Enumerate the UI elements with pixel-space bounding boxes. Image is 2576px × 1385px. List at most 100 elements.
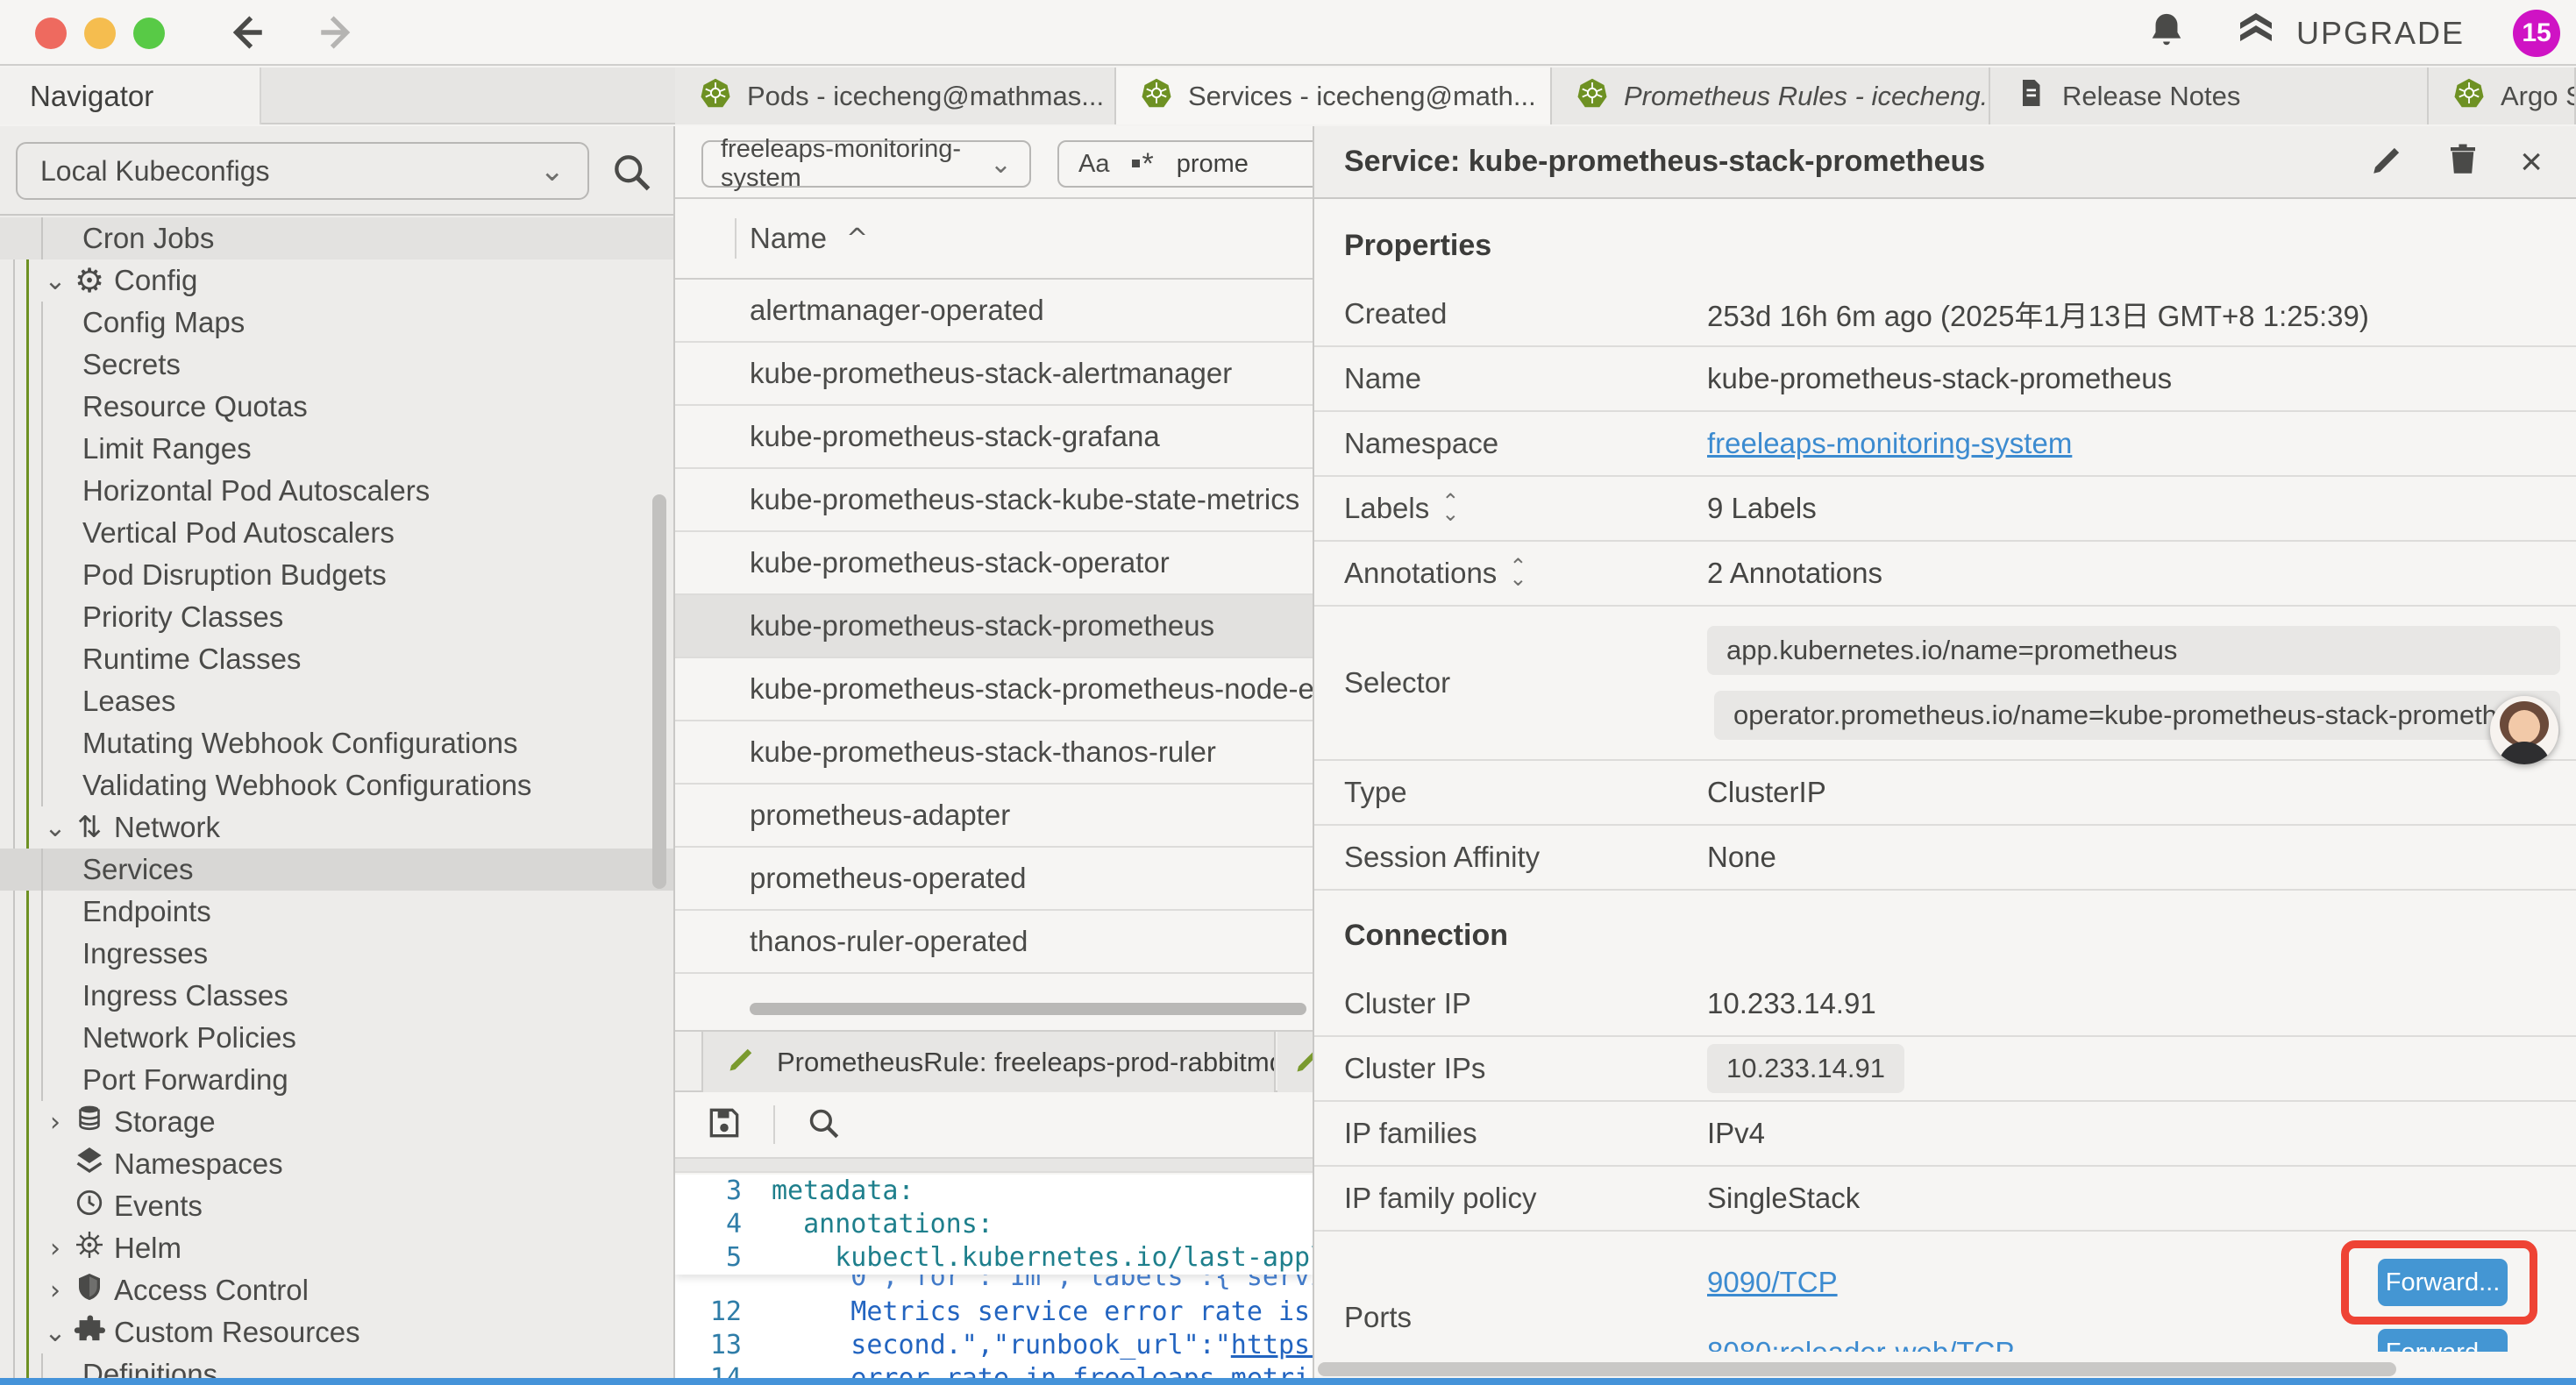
kubeconfig-selector[interactable]: Local Kubeconfigs ⌄ — [16, 142, 589, 200]
sidebar-item-network[interactable]: ⌄⇅Network — [0, 806, 675, 849]
row-checkbox[interactable] — [688, 863, 721, 895]
editor-tab-next-partial[interactable] — [1277, 1032, 1313, 1092]
sidebar-item-ingress-classes[interactable]: Ingress Classes — [0, 975, 675, 1017]
yaml-editor[interactable]: 3metadata:4annotations:5kubectl.kubernet… — [675, 1175, 1313, 1378]
sidebar-item-config-maps[interactable]: Config Maps — [0, 302, 675, 344]
sidebar-item-storage[interactable]: ›Storage — [0, 1101, 675, 1143]
layers-icon — [74, 1145, 105, 1183]
match-case-toggle[interactable]: Aa — [1078, 150, 1109, 179]
row-checkbox[interactable] — [688, 421, 721, 453]
expand-toggle-icon[interactable]: ⌃⌄ — [1509, 561, 1526, 586]
table-row[interactable]: kube-prometheus-stack-grafana — [675, 406, 1313, 469]
sidebar-item-network-policies[interactable]: Network Policies — [0, 1017, 675, 1059]
forward-icon[interactable] — [316, 11, 359, 59]
back-icon[interactable] — [224, 11, 267, 59]
row-checkbox[interactable] — [688, 295, 721, 327]
table-row[interactable]: kube-prometheus-stack-alertmanager — [675, 343, 1313, 406]
navigator-panel-tab[interactable]: Navigator — [0, 67, 261, 124]
table-search-input[interactable]: Aa * prome — [1057, 140, 1313, 188]
zoom-window-button[interactable] — [133, 18, 165, 49]
regex-toggle[interactable]: * — [1132, 155, 1153, 173]
sidebar-item-priority-classes[interactable]: Priority Classes — [0, 596, 675, 638]
sidebar-item-resource-quotas[interactable]: Resource Quotas — [0, 386, 675, 428]
minimize-window-button[interactable] — [84, 18, 116, 49]
sidebar-item-pod-disruption-budgets[interactable]: Pod Disruption Budgets — [0, 554, 675, 596]
row-checkbox[interactable] — [688, 358, 721, 390]
sort-ascending-icon[interactable]: ^ — [846, 224, 868, 254]
expand-toggle-icon[interactable]: ⌃⌄ — [1441, 496, 1459, 521]
sidebar-item-namespaces[interactable]: Namespaces — [0, 1143, 675, 1185]
notification-count-badge[interactable]: 15 — [2513, 10, 2560, 57]
row-checkbox[interactable] — [688, 926, 721, 958]
forward-button[interactable]: Forward... — [2378, 1259, 2508, 1306]
tab-pods[interactable]: Pods - icecheng@mathmas... — [675, 67, 1116, 124]
chevron-down-icon[interactable]: ⌄ — [40, 813, 70, 843]
sidebar-search-icon[interactable] — [608, 149, 654, 199]
row-checkbox[interactable] — [688, 610, 721, 643]
chevron-down-icon[interactable]: ⌄ — [40, 266, 70, 296]
sidebar-item-custom-resources[interactable]: ⌄Custom Resources — [0, 1311, 675, 1353]
sidebar-item-leases[interactable]: Leases — [0, 680, 675, 722]
sidebar-item-secrets[interactable]: Secrets — [0, 344, 675, 386]
editor-tab-prometheusrule[interactable]: PrometheusRule: freeleaps-prod-rabbitmq — [701, 1032, 1276, 1092]
sidebar-scrollbar[interactable] — [652, 494, 666, 889]
forward-button[interactable]: Forward... — [2378, 1329, 2508, 1352]
edit-pencil-icon[interactable] — [2369, 141, 2406, 182]
sidebar-item-endpoints[interactable]: Endpoints — [0, 891, 675, 933]
sidebar-item-vertical-pod-autoscalers[interactable]: Vertical Pod Autoscalers — [0, 512, 675, 554]
row-checkbox[interactable] — [688, 799, 721, 832]
namespace-link[interactable]: freeleaps-monitoring-system — [1707, 427, 2072, 460]
sidebar-item-horizontal-pod-autoscalers[interactable]: Horizontal Pod Autoscalers — [0, 470, 675, 512]
table-row[interactable]: alertmanager-operated — [675, 280, 1313, 343]
sidebar-item-runtime-classes[interactable]: Runtime Classes — [0, 638, 675, 680]
tab-services[interactable]: Services - icecheng@math...× — [1116, 67, 1552, 124]
assistant-avatar[interactable] — [2490, 696, 2558, 764]
close-window-button[interactable] — [35, 18, 67, 49]
sidebar-item-mutating-webhook-configurations[interactable]: Mutating Webhook Configurations — [0, 722, 675, 764]
table-row[interactable]: prometheus-operated — [675, 848, 1313, 911]
row-checkbox[interactable] — [688, 547, 721, 579]
sidebar-item-port-forwarding[interactable]: Port Forwarding — [0, 1059, 675, 1101]
sidebar-item-cron-jobs[interactable]: Cron Jobs — [0, 217, 675, 259]
sidebar-item-label: Pod Disruption Budgets — [82, 558, 387, 592]
table-row[interactable]: prometheus-adapter — [675, 785, 1313, 848]
close-icon[interactable]: × — [2520, 140, 2543, 184]
save-icon[interactable] — [705, 1104, 744, 1147]
sidebar-item-config[interactable]: ⌄⚙Config — [0, 259, 675, 302]
chevron-right-icon[interactable]: › — [40, 1107, 70, 1138]
row-checkbox[interactable] — [688, 673, 721, 706]
port-link[interactable]: 8080:reloader-web/TCP — [1707, 1336, 2014, 1352]
sidebar-item-access-control[interactable]: ›Access Control — [0, 1269, 675, 1311]
tab-prometheus[interactable]: Prometheus Rules - icecheng... — [1552, 67, 1990, 124]
port-link[interactable]: 9090/TCP — [1707, 1266, 1838, 1299]
sidebar-item-ingresses[interactable]: Ingresses — [0, 933, 675, 975]
sidebar-item-definitions[interactable]: Definitions — [0, 1353, 675, 1378]
sidebar-item-limit-ranges[interactable]: Limit Ranges — [0, 428, 675, 470]
table-row[interactable]: kube-prometheus-stack-thanos-ruler — [675, 721, 1313, 785]
detail-horizontal-scrollbar[interactable] — [1318, 1362, 2396, 1376]
table-row[interactable]: kube-prometheus-stack-prometheus-node-ex… — [675, 658, 1313, 721]
table-row[interactable]: thanos-ruler-operated — [675, 911, 1313, 974]
table-row[interactable]: kube-prometheus-stack-operator — [675, 532, 1313, 595]
select-all-checkbox[interactable] — [688, 223, 721, 255]
table-horizontal-scrollbar[interactable] — [750, 1003, 1306, 1015]
namespace-filter-select[interactable]: freeleaps-monitoring-system ⌄ — [701, 140, 1031, 188]
chevron-down-icon[interactable]: ⌄ — [40, 1318, 70, 1348]
row-checkbox[interactable] — [688, 736, 721, 769]
table-row[interactable]: kube-prometheus-stack-prometheus — [675, 595, 1313, 658]
sidebar-item-validating-webhook-configurations[interactable]: Validating Webhook Configurations — [0, 764, 675, 806]
upgrade-button[interactable]: UPGRADE — [2235, 8, 2465, 58]
table-row[interactable]: kube-prometheus-stack-kube-state-metrics — [675, 469, 1313, 532]
name-column-header[interactable]: Name — [750, 222, 827, 255]
bell-icon[interactable] — [2146, 11, 2187, 55]
tab-argo[interactable]: Argo Se — [2429, 67, 2576, 124]
editor-search-icon[interactable] — [805, 1104, 842, 1146]
delete-trash-icon[interactable] — [2444, 141, 2481, 182]
chevron-right-icon[interactable]: › — [40, 1233, 70, 1264]
sidebar-item-helm[interactable]: ›Helm — [0, 1227, 675, 1269]
sidebar-item-services[interactable]: Services — [0, 849, 675, 891]
row-checkbox[interactable] — [688, 484, 721, 516]
sidebar-item-events[interactable]: Events — [0, 1185, 675, 1227]
chevron-right-icon[interactable]: › — [40, 1275, 70, 1306]
tab-release[interactable]: Release Notes — [1990, 67, 2429, 124]
